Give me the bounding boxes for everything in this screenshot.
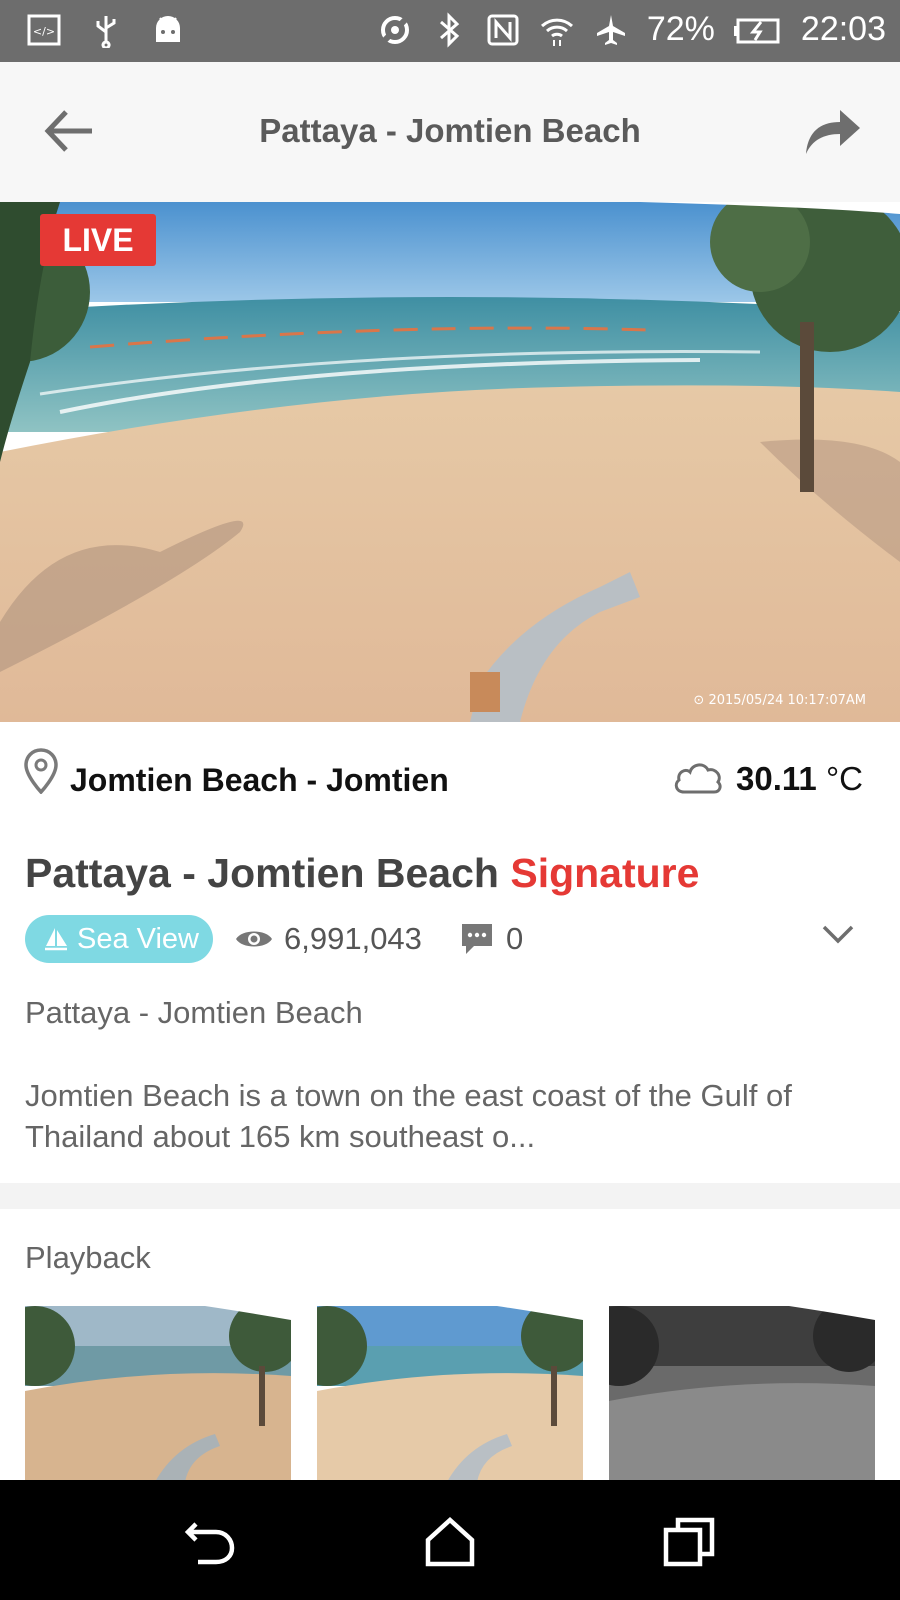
playback-thumbnail[interactable]: [609, 1306, 875, 1482]
category-tag-label: Sea View: [77, 922, 199, 955]
location-name: Jomtien Beach - Jomtien: [70, 762, 449, 798]
comment-icon: [462, 924, 492, 954]
system-nav-bar: [0, 1480, 900, 1600]
comment-count-value: 0: [506, 921, 524, 956]
playback-image: [25, 1306, 291, 1482]
page-title: Pattaya - Jomtien Beach: [259, 112, 641, 149]
sailboat-icon: [45, 928, 67, 951]
bluetooth-icon: [439, 11, 460, 48]
hotspot-icon: [380, 15, 409, 44]
camera-title: Pattaya - Jomtien Beach Signature: [25, 850, 699, 897]
recents-nav-icon[interactable]: [662, 1516, 718, 1568]
playback-thumbnail[interactable]: [25, 1306, 291, 1482]
nfc-icon: [487, 14, 519, 45]
beach-camera-image: [0, 202, 900, 722]
temperature-value: 30.11: [736, 760, 817, 797]
code-icon: </>: [27, 14, 61, 46]
view-count-value: 6,991,043: [284, 921, 422, 956]
playback-image: [609, 1306, 875, 1482]
comment-count[interactable]: 0: [460, 921, 523, 957]
share-arrow-icon: [806, 110, 860, 154]
category-tag[interactable]: Sea View: [25, 915, 213, 963]
view-count: 6,991,043: [234, 921, 422, 957]
camera-description: Jomtien Beach is a town on the east coas…: [25, 1078, 792, 1154]
app-bar: Pattaya - Jomtien Beach: [0, 62, 900, 202]
signature-label: Signature: [510, 850, 700, 896]
battery-icon: [733, 18, 780, 43]
status-bar: </> 72% 22:03: [0, 0, 900, 62]
temperature-unit: °C: [825, 760, 863, 797]
svg-text:</>: </>: [33, 25, 55, 38]
camera-title-main: Pattaya - Jomtien Beach: [25, 850, 499, 896]
battery-percent: 72%: [646, 10, 715, 48]
airplane-icon: [596, 14, 625, 45]
meta-row: Sea View 6,991,043 0: [0, 913, 900, 967]
location-row: Jomtien Beach - Jomtien 30.11 °C: [0, 722, 900, 822]
playback-heading: Playback: [25, 1240, 151, 1275]
cloud-icon: [674, 763, 722, 794]
playback-image: [317, 1306, 583, 1482]
wifi-icon: [540, 18, 573, 46]
playback-thumbnail[interactable]: [317, 1306, 583, 1482]
section-divider: [0, 1183, 900, 1209]
android-icon: [156, 16, 180, 42]
video-timestamp-text: 2015/05/24 10:17:07AM: [708, 693, 866, 708]
eye-icon: [236, 931, 272, 947]
camera-subtitle: Pattaya - Jomtien Beach: [25, 995, 363, 1030]
expand-button[interactable]: [820, 921, 856, 949]
home-nav-icon[interactable]: [422, 1516, 478, 1568]
live-badge: LIVE: [40, 214, 156, 266]
usb-icon: [96, 16, 116, 48]
live-video-player[interactable]: LIVE ⊙ 2015/05/24 10:17:07AM: [0, 202, 900, 722]
clock: 22:03: [800, 10, 886, 48]
back-nav-icon[interactable]: [182, 1516, 238, 1568]
chevron-down-icon: [822, 925, 854, 944]
share-button[interactable]: [802, 102, 864, 158]
location-pin-icon: [24, 748, 58, 794]
temperature: 30.11 °C: [736, 760, 863, 798]
video-timestamp: ⊙ 2015/05/24 10:17:07AM: [693, 693, 866, 708]
